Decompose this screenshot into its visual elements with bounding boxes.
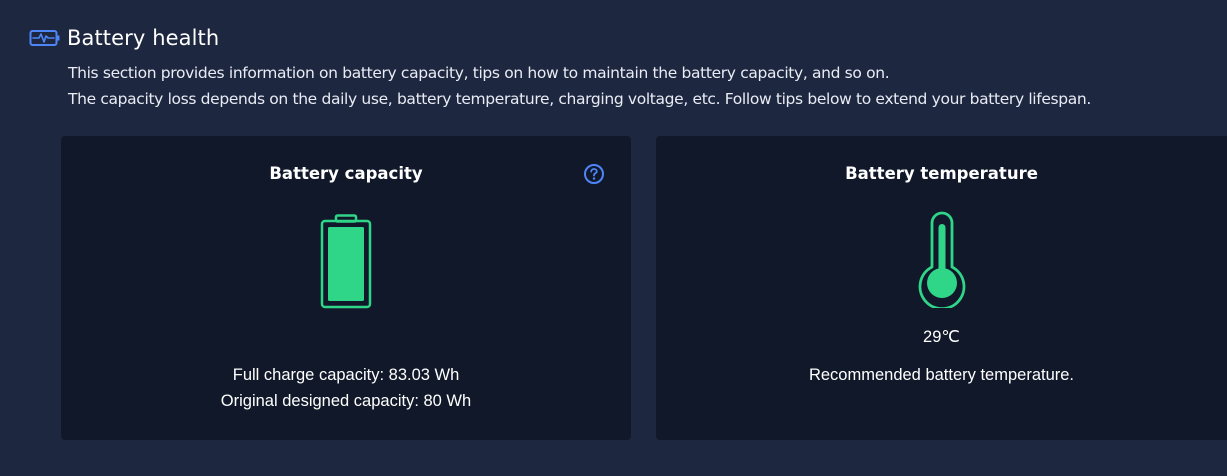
recommended-temperature-note: Recommended battery temperature. [808,366,1075,384]
full-charge-capacity: Full charge capacity: 83.03 Wh [232,366,460,384]
battery-temperature-value: 29℃ [923,328,960,346]
battery-capacity-title: Battery capacity [269,164,423,183]
question-circle-icon[interactable] [583,163,605,185]
section-header: Battery health [29,26,219,50]
battery-capacity-card: Battery capacity Full charge capacity: 8… [61,136,631,440]
battery-full-icon [320,214,372,310]
original-designed-capacity: Original designed capacity: 80 Wh [220,392,472,410]
section-description-line2: The capacity loss depends on the daily u… [68,90,1091,108]
battery-temperature-card: Battery temperature 29℃ Recommended batt… [656,136,1227,440]
battery-temperature-title: Battery temperature [845,164,1038,183]
thermometer-icon [915,210,969,310]
battery-pulse-icon [29,28,61,48]
battery-health-page: Battery health This section provides inf… [0,0,1227,476]
section-description-line1: This section provides information on bat… [68,64,890,82]
section-title: Battery health [67,26,220,50]
